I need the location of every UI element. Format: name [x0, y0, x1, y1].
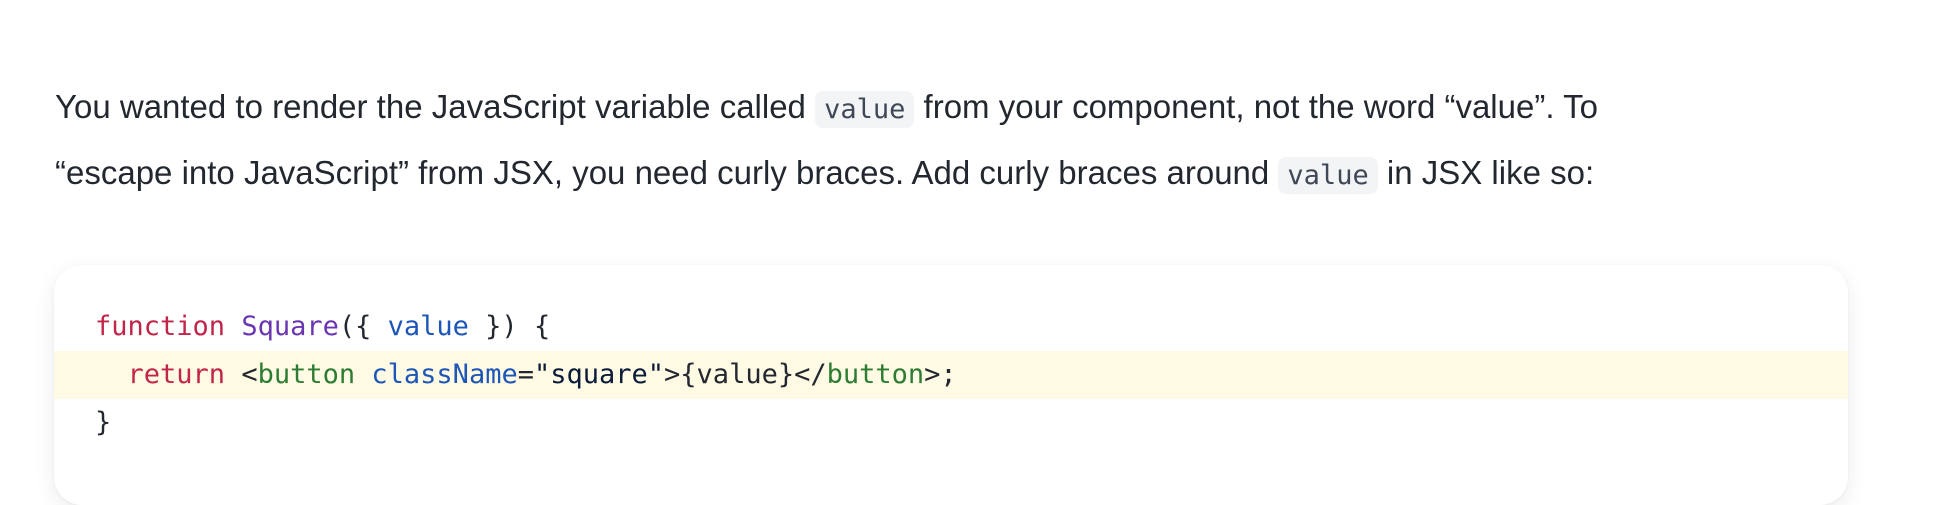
code-function-name: Square [241, 311, 339, 342]
code-string: "square" [533, 359, 665, 390]
code-punctuation: > [664, 359, 681, 390]
code-punctuation: }) { [468, 311, 551, 342]
code-punctuation: = [517, 359, 534, 390]
code-expression: {value} [680, 359, 795, 390]
code-punctuation: < [241, 359, 258, 390]
code-block: function Square({ value }) { return <but… [54, 265, 1848, 505]
code-param: value [387, 311, 469, 342]
code-tag: button [257, 359, 356, 390]
paragraph-line1-text-before: You wanted to render the JavaScript vari… [55, 88, 816, 125]
code-tag: button [826, 359, 925, 390]
code-line-3: } [54, 399, 1848, 447]
paragraph-text: You wanted to render the JavaScript vari… [55, 75, 1875, 207]
prose-paragraph: You wanted to render the JavaScript vari… [55, 75, 1875, 207]
code-punctuation: </ [794, 359, 827, 390]
inline-code-value: value [815, 91, 915, 128]
code-attribute: className [371, 359, 518, 390]
paragraph-line2-text-before: “escape into JavaScript” from JSX, you n… [55, 154, 1279, 191]
code-line-2-highlighted: return <button className="square">{value… [54, 351, 1848, 399]
code-keyword: return [127, 359, 226, 390]
paragraph-line1-text-after: from your component, not the word “value… [914, 88, 1598, 125]
code-keyword: function [95, 311, 226, 342]
paragraph-line2-text-after: in JSX like so: [1377, 154, 1595, 191]
code-line-1: function Square({ value }) { [54, 303, 1848, 351]
code-punctuation: } [95, 407, 112, 438]
code-punctuation: >; [924, 359, 957, 390]
inline-code-value: value [1278, 157, 1378, 194]
code-punctuation: ({ [338, 311, 388, 342]
